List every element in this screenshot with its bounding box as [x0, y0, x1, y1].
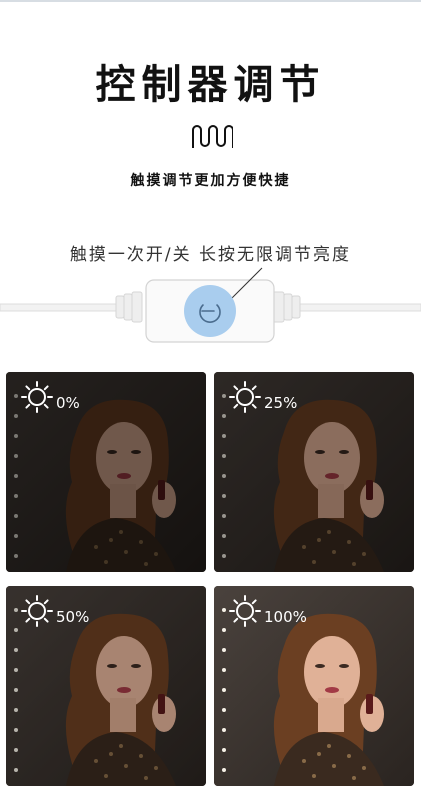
touch-controller — [0, 267, 421, 343]
sun-icon — [229, 381, 261, 413]
brightness-label: 50% — [56, 608, 90, 626]
brightness-indicator: 25% — [228, 380, 297, 414]
sun-icon — [21, 595, 53, 627]
brightness-tile: 25% — [214, 372, 414, 572]
brightness-label: 0% — [56, 394, 80, 412]
page-title: 控制器调节 — [95, 62, 326, 108]
page-subtitle: 触摸调节更加方便快捷 — [130, 173, 291, 189]
sun-icon — [229, 595, 261, 627]
sun-icon — [21, 381, 53, 413]
controller-caption: 触摸一次开/关 长按无限调节亮度 — [69, 245, 352, 265]
brightness-indicator: 50% — [20, 594, 89, 628]
brightness-tile: 0% — [6, 372, 206, 572]
top-divider — [0, 0, 421, 2]
brightness-indicator: 0% — [20, 380, 80, 414]
wave-icon — [192, 125, 233, 148]
brightness-tile: 50% — [6, 586, 206, 786]
brightness-indicator: 100% — [228, 594, 307, 628]
brightness-label: 100% — [264, 608, 307, 626]
brightness-tile: 100% — [214, 586, 414, 786]
brightness-label: 25% — [264, 394, 298, 412]
